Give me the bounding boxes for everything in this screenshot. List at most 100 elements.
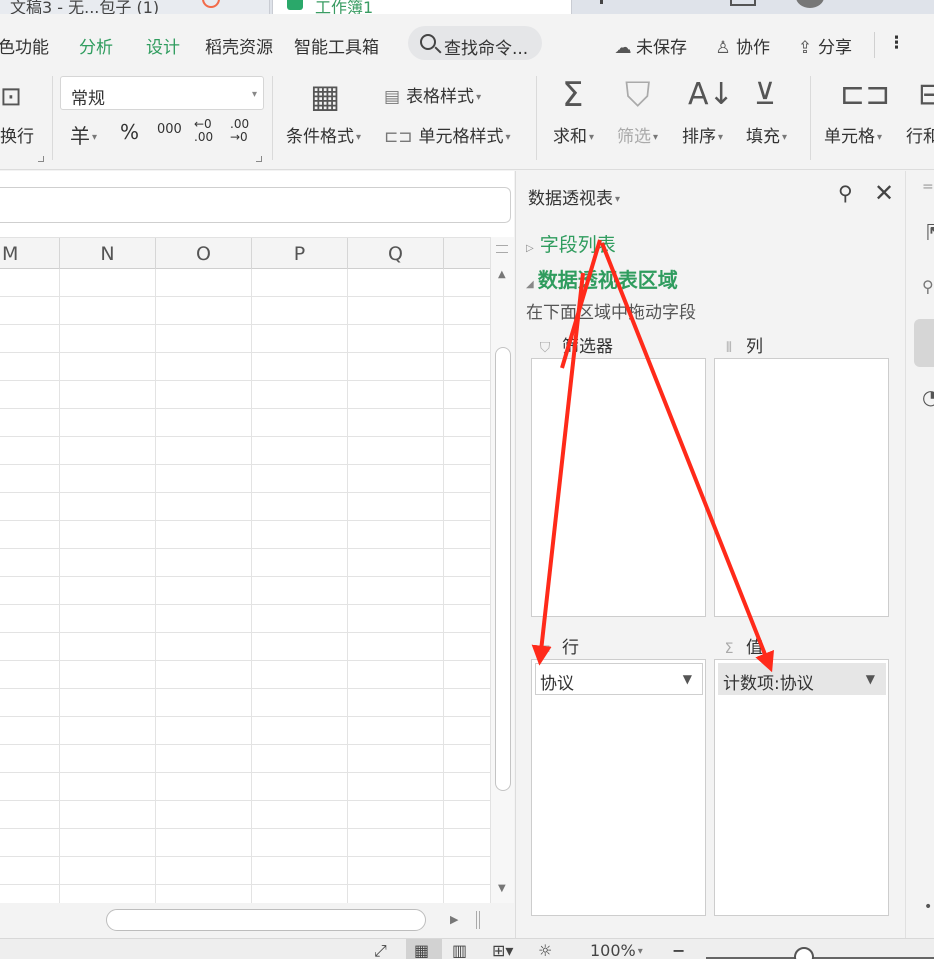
reading-view-icon[interactable]: ⊞▾ [492,941,513,959]
scroll-up-icon[interactable]: ▲ [498,269,506,280]
share-button[interactable]: ⇪ 分享 [794,33,852,58]
column-header-p[interactable]: P [252,238,348,270]
side-toolbar: = ⇱ ⚲ ◔ • [905,171,934,938]
unsaved-button[interactable]: ☁ 未保存 [612,33,688,58]
table-style-button[interactable]: ▤ 表格样式 ▾ [384,82,481,107]
pivot-panel-title-text: 数据透视表 [528,189,613,209]
columns-icon: ⦀ [725,340,733,356]
document-tab-2[interactable]: 工作簿1 [272,0,572,14]
sum-button[interactable]: 求和 ▾ [553,122,594,147]
field-list-label: 字段列表 [539,234,616,256]
value-drop-zone[interactable]: 计数项:协议 ▼ [714,659,889,916]
filter-drop-zone[interactable] [531,358,706,617]
chevron-down-icon[interactable]: ▼ [866,672,875,686]
tab-analyze[interactable]: 分析 [79,33,113,58]
filter-label: 筛选 [617,127,651,147]
fill-button[interactable]: 填充 ▾ [746,122,787,147]
field-list-toggle[interactable]: ▷ 字段列表 [526,230,616,257]
eye-protection-icon[interactable]: ☼ [538,941,552,959]
increase-decimal-button[interactable]: ←0 .00 [194,118,220,144]
cell-style-icon: ⊏⊐ [384,127,413,147]
thousands-separator-button[interactable]: 000 [157,122,182,137]
collapse-triangle-icon: ◢ [526,279,534,290]
row-drop-zone[interactable]: 协议 ▼ [531,659,706,916]
wrap-text-button[interactable]: 换行 [0,122,34,147]
column-header-n[interactable]: N [60,238,156,270]
tab-smart-toolbox[interactable]: 智能工具箱 [294,33,379,58]
cell-style-button[interactable]: ⊏⊐ 单元格样式 ▾ [384,122,511,147]
dot-icon[interactable]: • [924,899,932,915]
pivot-panel-icon[interactable] [914,319,934,367]
zoom-level-text: 100% [590,941,636,959]
spreadsheet-icon [287,0,303,10]
row-col-button[interactable]: 行和 [906,122,934,147]
percent-format-button[interactable]: % [120,120,139,144]
group-divider [272,76,273,160]
tab-design[interactable]: 设计 [146,33,180,58]
horizontal-scroll-thumb[interactable] [106,909,426,931]
formula-bar-input[interactable] [0,187,511,223]
vertical-scroll-thumb[interactable] [495,347,511,791]
clock-icon[interactable]: ◔ [922,385,934,409]
filter-zone-label: ⛉ 筛选器 [536,332,613,357]
command-search-box[interactable]: 查找命令... [408,26,542,60]
column-drop-zone[interactable] [714,358,889,617]
number-format-select[interactable]: 常规 ▾ [60,76,264,110]
pivot-table-panel: 数据透视表 ▾ ⚲ ✕ ▷ 字段列表 ◢ 数据透视表区域 在下面区域中拖动字段 ⛉ 筛选… [515,171,904,938]
normal-view-icon[interactable]: ▦ [414,941,429,959]
column-header-o[interactable]: O [156,238,252,270]
command-search-placeholder: 查找命令... [444,39,529,59]
scroll-down-icon[interactable]: ▼ [498,883,506,894]
column-header-q[interactable]: Q [348,238,444,270]
filter-button[interactable]: 筛选 ▾ [617,122,658,147]
pivot-panel-title[interactable]: 数据透视表 ▾ [528,184,620,209]
decrease-decimal-button[interactable]: .00 →0 [230,118,256,144]
page-break-view-icon[interactable]: ▥ [452,941,467,959]
toolbar-divider [874,32,875,58]
scroll-right-icon[interactable]: ▶ [450,913,458,926]
fullscreen-icon[interactable]: ⤢ [374,941,387,959]
pin-icon[interactable]: ⚲ [838,181,853,205]
row-field-chip[interactable]: 协议 ▼ [535,663,703,695]
filter-icon: ⛉ [539,340,551,356]
window-layout-icon[interactable] [730,0,756,6]
properties-icon[interactable]: ⚲ [922,277,934,296]
close-tab-icon[interactable] [202,0,220,8]
avatar[interactable] [796,0,824,8]
drag-hint-text: 在下面区域中拖动字段 [526,303,696,323]
add-tab-icon[interactable] [600,0,603,4]
conditional-format-button[interactable]: 条件格式 ▾ [286,122,361,147]
tab-docer-resources[interactable]: 稻壳资源 [205,33,273,58]
sum-icon: Σ [562,75,584,115]
zoom-level[interactable]: 100% ▾ [590,941,643,959]
vertical-scrollbar[interactable]: ▲ ▼ [490,237,514,903]
tab-special-features[interactable]: 色功能 [0,33,49,58]
sort-button[interactable]: 排序 ▾ [682,122,723,147]
document-tab-1[interactable]: 文稿3 - 无...包子 (1) [0,0,270,14]
currency-format-button[interactable]: 羊 ▾ [70,120,97,149]
chevron-down-icon[interactable]: ▼ [683,672,692,686]
close-icon[interactable]: ✕ [874,179,894,207]
column-header-m[interactable]: M [0,238,60,270]
cell-button[interactable]: 单元格 ▾ [824,122,882,147]
conditional-format-icon: ▦ [310,77,341,115]
pivot-area-toggle[interactable]: ◢ 数据透视表区域 [526,264,678,293]
zoom-slider-knob[interactable] [794,947,814,959]
cell-label: 单元格 [824,127,875,147]
collaborate-button[interactable]: ♙ 协作 [712,33,770,58]
cursor-icon[interactable]: ⇱ [926,221,934,246]
value-field-chip[interactable]: 计数项:协议 ▼ [718,663,886,695]
value-field-label: 计数项:协议 [723,674,814,694]
dialog-launcher-icon[interactable] [38,156,44,162]
zoom-out-icon[interactable]: − [672,941,685,959]
split-handle-icon[interactable] [496,245,508,253]
fill-icon: ⊻ [754,77,776,112]
more-menu-button[interactable]: ⋮ [888,33,905,53]
dialog-launcher-icon[interactable] [256,156,262,162]
horizontal-scrollbar[interactable]: ▶ [0,903,514,938]
cell-grid[interactable] [0,269,490,903]
group-divider [52,76,53,160]
split-handle-icon[interactable] [476,911,480,929]
status-bar: ⤢ ▦ ▥ ⊞▾ ☼ 100% ▾ − [0,938,934,959]
menu-handle-icon[interactable]: = [922,179,934,195]
